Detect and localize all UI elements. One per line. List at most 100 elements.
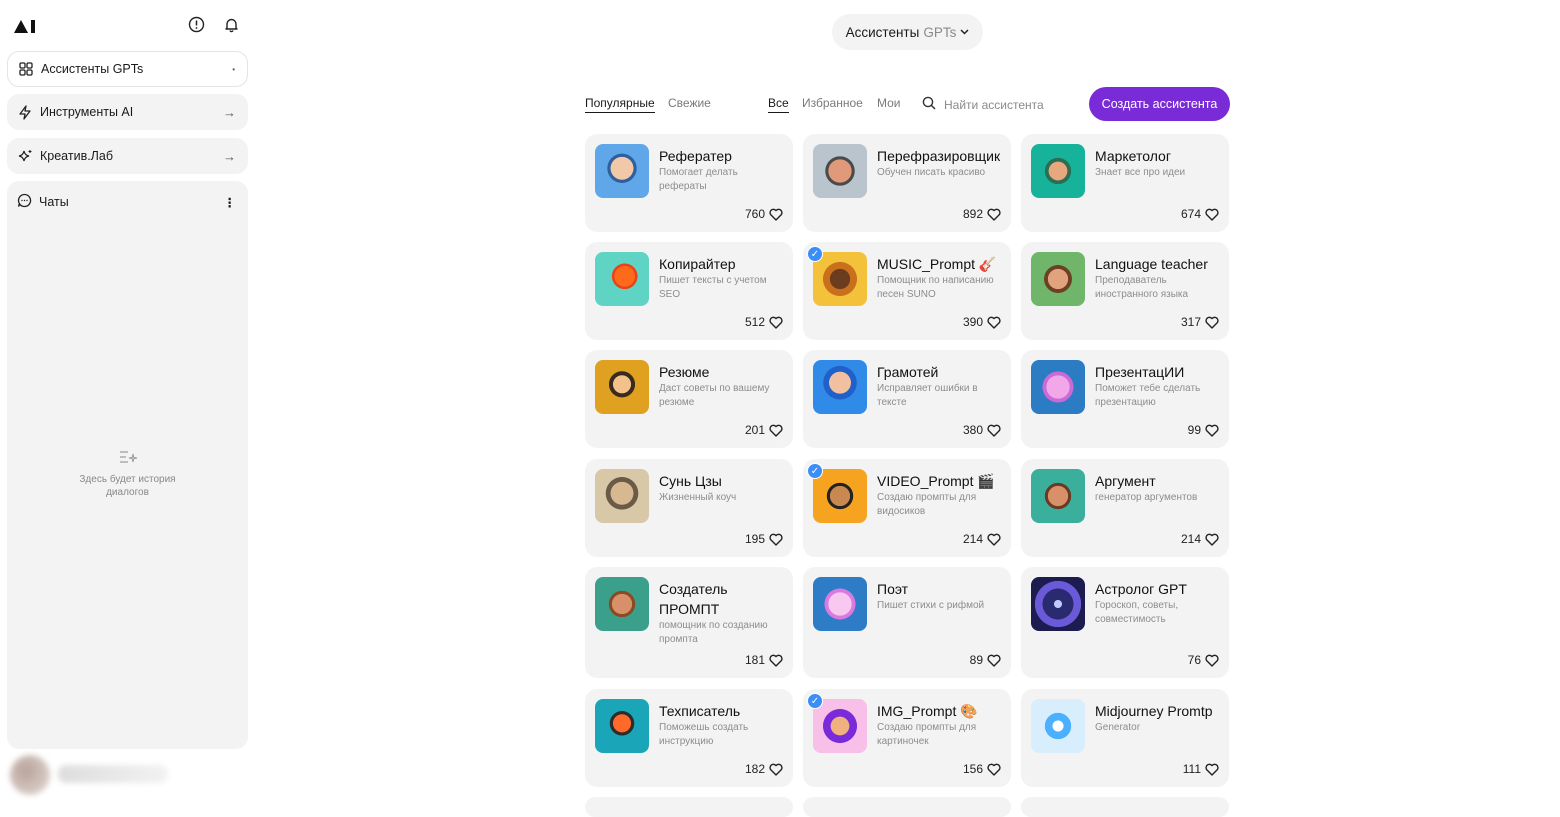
- assistant-card[interactable]: Копирайтер Пишет тексты с учетом SEO 512: [585, 242, 793, 340]
- like-count: 182: [744, 762, 765, 776]
- info-icon[interactable]: [187, 15, 205, 33]
- heart-icon: [1205, 654, 1219, 667]
- assistant-description: презентацию: [1095, 396, 1156, 408]
- like-button[interactable]: 181: [745, 653, 783, 667]
- like-button[interactable]: 760: [745, 207, 783, 221]
- nav-creative-lab[interactable]: Креатив.Лаб →: [7, 138, 248, 174]
- assistant-description: Помогает делать: [659, 167, 738, 178]
- assistant-card[interactable]: ПрезентацИИ Поможет тебе сделать презентац…: [1021, 350, 1229, 448]
- assistant-card[interactable]: Поэт Пишет стихи с рифмой 89: [803, 567, 1011, 678]
- heart-icon: [987, 208, 1001, 221]
- like-button[interactable]: 201: [745, 423, 783, 437]
- like-button[interactable]: 390: [963, 315, 1001, 329]
- assistant-description: совместимость: [1095, 613, 1166, 625]
- assistant-description: Исправляет ошибки в: [877, 383, 978, 394]
- like-count: 892: [962, 207, 983, 221]
- assistant-card[interactable]: Маркетолог Знает все про идеи 674: [1021, 134, 1229, 232]
- assistant-title: Копирайтер: [659, 256, 736, 272]
- assistant-description: Создаю промпты для: [877, 492, 977, 503]
- assistant-avatar: [595, 699, 649, 753]
- lightning-icon: [17, 104, 33, 120]
- like-button[interactable]: 99: [1188, 423, 1219, 437]
- heart-icon: [1205, 763, 1219, 776]
- assistant-card[interactable]: ✓ VIDEO_Prompt 🎬 Создаю промпты для видосик…: [803, 459, 1011, 557]
- assistant-avatar: [813, 252, 867, 306]
- assistant-card[interactable]: Грамотей Исправляет ошибки в тексте 380: [803, 350, 1011, 448]
- assistant-title: IMG_Prompt 🎨: [877, 703, 978, 719]
- assistant-description: Поможет тебе сделать: [1095, 383, 1201, 394]
- chats-title: Чаты: [39, 195, 69, 209]
- filter-all[interactable]: Все: [768, 96, 789, 113]
- filter-fresh[interactable]: Свежие: [668, 96, 711, 110]
- like-button[interactable]: 214: [1181, 532, 1219, 546]
- search-box[interactable]: Найти ассистента: [922, 96, 1044, 113]
- assistant-card[interactable]: Техписатель Поможешь создать инструкцию 182: [585, 689, 793, 787]
- assistant-card[interactable]: Астролог GPT Гороскоп, советы, совместимос…: [1021, 567, 1229, 678]
- like-button[interactable]: 156: [963, 762, 1001, 776]
- assistant-avatar: [1031, 252, 1085, 306]
- assistant-title: Техписатель: [659, 703, 741, 719]
- card-peek: [585, 797, 793, 817]
- create-assistant-button[interactable]: Создать ассистента: [1089, 87, 1230, 121]
- like-button[interactable]: 111: [1183, 762, 1219, 776]
- filter-favorites[interactable]: Избранное: [802, 96, 863, 110]
- assistant-card[interactable]: Language teacher Преподаватель иностранног…: [1021, 242, 1229, 340]
- assistant-avatar: [1031, 577, 1085, 631]
- like-count: 380: [962, 423, 983, 437]
- chats-menu-icon[interactable]: ⋮: [224, 195, 237, 210]
- assistant-avatar: [813, 469, 867, 523]
- assistant-title: Маркетолог: [1095, 148, 1171, 164]
- like-button[interactable]: 317: [1181, 315, 1219, 329]
- card-peek: [803, 797, 1011, 817]
- search-icon: [922, 96, 936, 113]
- assistant-title: ПрезентацИИ: [1095, 364, 1185, 380]
- assistant-avatar: [813, 144, 867, 198]
- nav-assistants-gpts[interactable]: Ассистенты GPTs •: [7, 51, 248, 87]
- filter-mine[interactable]: Мои: [877, 96, 901, 110]
- assistant-card[interactable]: Перефразировщик Обучен писать красиво 892: [803, 134, 1011, 232]
- empty-line-2: диалогов: [106, 487, 149, 498]
- like-button[interactable]: 76: [1188, 653, 1219, 667]
- heart-icon: [1205, 316, 1219, 329]
- like-button[interactable]: 380: [963, 423, 1001, 437]
- search-input[interactable]: Найти ассистента: [944, 98, 1044, 112]
- assistant-card[interactable]: Создатель ПРОМПТ помощник по созданию пром…: [585, 567, 793, 678]
- assistant-description: промпта: [659, 633, 698, 645]
- assistant-description: Преподаватель: [1095, 275, 1167, 286]
- dropdown-label-muted: GPTs: [923, 24, 957, 40]
- chat-bubble-icon: [17, 193, 32, 211]
- active-dot: •: [232, 64, 235, 74]
- sidebar: Ассистенты GPTs • Инструменты AI → Креат…: [0, 0, 256, 805]
- nav-label: Инструменты AI: [40, 105, 134, 119]
- assistant-card[interactable]: Аргумент генератор аргументов 214: [1021, 459, 1229, 557]
- assistant-title: Аргумент: [1095, 473, 1156, 489]
- like-button[interactable]: 195: [745, 532, 783, 546]
- user-profile[interactable]: [10, 755, 180, 799]
- assistant-card[interactable]: Резюме Даст советы по вашему резюме 201: [585, 350, 793, 448]
- like-button[interactable]: 512: [745, 315, 783, 329]
- like-count: 317: [1180, 315, 1201, 329]
- assistant-description: Знает все про идеи: [1095, 167, 1186, 178]
- assistant-title: Language teacher: [1095, 256, 1208, 272]
- verified-check-icon: ✓: [807, 693, 823, 709]
- assistant-description: Помощник по написанию: [877, 275, 994, 286]
- assistant-card[interactable]: Рефератер Помогает делать рефераты 760: [585, 134, 793, 232]
- assistant-description: Generator: [1095, 722, 1141, 733]
- assistant-card[interactable]: ✓ IMG_Prompt 🎨 Создаю промпты для картиноче…: [803, 689, 1011, 787]
- like-button[interactable]: 892: [963, 207, 1001, 221]
- section-dropdown[interactable]: Ассистенты GPTs: [832, 14, 983, 50]
- bell-icon[interactable]: [222, 15, 240, 33]
- app-logo[interactable]: [14, 16, 35, 37]
- assistant-card[interactable]: Midjourney Promtp Generator 111: [1021, 689, 1229, 787]
- assistant-card[interactable]: ✓ MUSIC_Prompt 🎸 Помощник по написанию песе…: [803, 242, 1011, 340]
- assistant-card[interactable]: Сунь Цзы Жизненный коуч 195: [585, 459, 793, 557]
- like-button[interactable]: 182: [745, 762, 783, 776]
- heart-icon: [1205, 208, 1219, 221]
- filter-popular[interactable]: Популярные: [585, 96, 655, 113]
- like-button[interactable]: 89: [970, 653, 1001, 667]
- assistant-avatar: [595, 469, 649, 523]
- card-peek: [1021, 797, 1229, 817]
- like-button[interactable]: 214: [963, 532, 1001, 546]
- nav-ai-tools[interactable]: Инструменты AI →: [7, 94, 248, 130]
- like-button[interactable]: 674: [1181, 207, 1219, 221]
